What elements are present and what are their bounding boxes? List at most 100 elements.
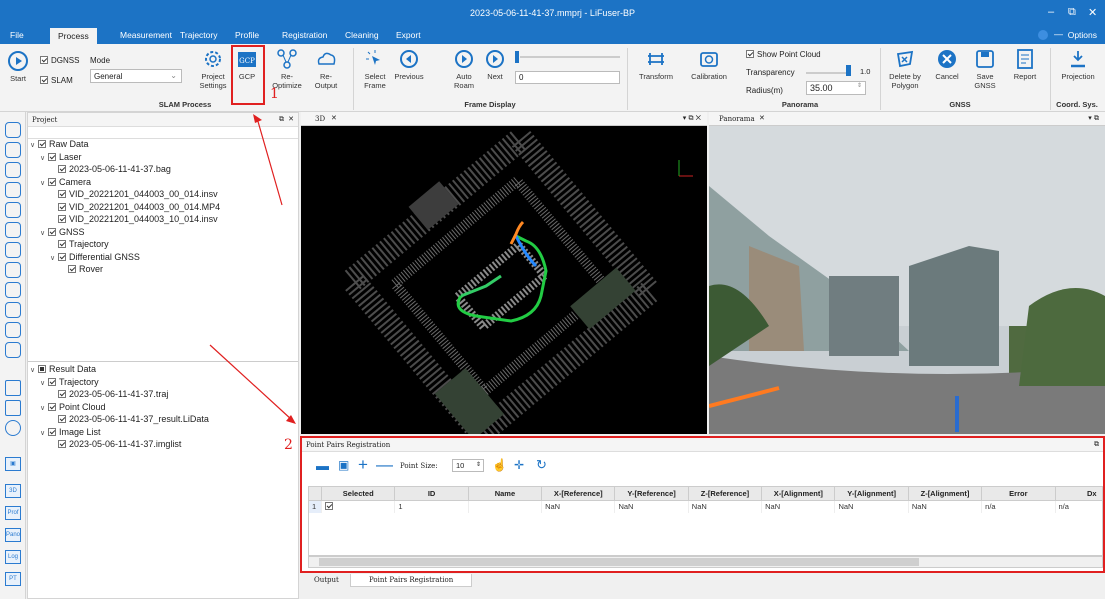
remove-icon[interactable]: — [376,455,393,475]
tree-item[interactable]: ∨ Camera [40,177,91,187]
projection-button[interactable]: Projection [1056,48,1100,81]
tree-checkbox[interactable] [48,402,56,411]
tree-item[interactable]: 2023-05-06-11-41-37.bag [50,164,171,174]
hand-icon[interactable]: ☝ [492,458,507,472]
options-menu[interactable]: Options [1068,30,1097,40]
tree-item[interactable]: VID_20221201_044003_10_014.insv [50,214,218,224]
tree-item[interactable]: Trajectory [50,239,109,249]
frame-input[interactable]: 0 [515,71,620,84]
tree-item[interactable]: ∨ Laser [40,152,82,162]
menu-registration[interactable]: Registration [282,30,327,40]
select-frame-button[interactable]: Select Frame [360,48,390,90]
project-search-input[interactable] [28,127,298,139]
minimize-icon[interactable]: – [1048,6,1054,18]
refresh-icon[interactable]: ↻ [536,457,547,473]
tree-item[interactable]: ∨ Image List [40,427,101,437]
tree-item[interactable]: ∨ Trajectory [40,377,99,387]
tree-checkbox[interactable] [38,365,46,373]
restore-icon[interactable]: ⧉ [1068,6,1076,19]
report-button[interactable]: Report [1010,48,1040,81]
transparency-handle[interactable] [846,65,851,76]
tool-icon-1[interactable] [5,122,21,138]
tree-item[interactable]: VID_20221201_044003_00_014.insv [50,189,218,199]
column-header[interactable]: Selected [321,487,396,501]
chevron-down-icon[interactable]: ∨ [40,179,48,187]
tree-item[interactable]: 2023-05-06-11-41-37.traj [50,389,168,399]
tree-item[interactable]: VID_20221201_044003_00_014.MP4 [50,202,220,212]
profile-view-icon[interactable]: Prof [5,506,21,520]
tree-checkbox[interactable] [58,390,66,398]
tool-icon-14[interactable] [5,400,21,416]
tree-item[interactable]: ∨ Differential GNSS [50,252,140,262]
tool-icon-8[interactable] [5,262,21,278]
tab-point-pairs-registration[interactable]: Point Pairs Registration [350,574,473,587]
tool-icon-2[interactable] [5,142,21,158]
frame-slider-handle[interactable] [515,51,519,63]
tree-item[interactable]: ∨ Result Data [30,364,96,374]
tool-icon-6[interactable] [5,222,21,238]
tab-panorama[interactable]: Panorama [719,115,755,123]
tree-checkbox[interactable] [48,177,56,186]
close-icon[interactable]: ✕ [288,115,294,123]
close-icon[interactable]: ✕ [759,114,765,122]
tree-checkbox[interactable] [58,415,66,423]
column-header[interactable]: Y-[Reference] [614,487,689,501]
3d-view-icon[interactable]: 3D [5,484,21,498]
tool-icon-11[interactable] [5,322,21,338]
user-icon[interactable] [1038,30,1048,40]
save-gnss-button[interactable]: Save GNSS [970,48,1000,90]
column-header[interactable] [309,487,323,501]
tool-icon-12[interactable] [5,342,21,358]
chevron-down-icon[interactable]: ∨ [30,366,38,374]
tree-item[interactable]: Rover [60,264,103,274]
tool-icon-13[interactable] [5,380,21,396]
column-header[interactable]: Z-[Reference] [688,487,763,501]
dgnss-checkbox[interactable]: DGNSS [40,56,79,65]
menu-profile[interactable]: Profile [235,30,259,40]
panorama-viewport[interactable] [709,126,1105,434]
log-view-icon[interactable]: Log [5,550,21,564]
column-header[interactable]: X-[Reference] [541,487,616,501]
chevron-down-icon[interactable]: ∨ [40,379,48,387]
tree-item[interactable]: ∨ Point Cloud [40,402,106,412]
tool-icon-5[interactable] [5,202,21,218]
tab-3d[interactable]: 3D [315,115,325,123]
close-icon[interactable]: ✕ [1088,6,1097,19]
tree-checkbox[interactable] [68,265,76,273]
auto-roam-button[interactable]: Auto Roam [452,48,476,90]
tool-icon-10[interactable] [5,302,21,318]
tree-item[interactable]: ∨ Raw Data [30,139,89,149]
column-header[interactable]: Y-[Alignment] [834,487,909,501]
image-view-icon[interactable]: ▣ [5,457,21,471]
tool-icon-7[interactable] [5,242,21,258]
crosshair-icon[interactable]: ✛ [514,458,524,472]
tree-checkbox[interactable] [48,427,56,436]
pt-view-icon[interactable]: PT [5,572,21,586]
previous-button[interactable]: Previous [394,48,424,81]
menu-process[interactable]: Process [50,28,97,44]
menu-cleaning[interactable]: Cleaning [345,30,379,40]
column-header[interactable]: Error [981,487,1056,501]
tool-icon-15[interactable] [5,420,21,436]
menu-measurement[interactable]: Measurement [120,30,172,40]
chevron-down-icon[interactable]: ∨ [50,254,58,262]
tree-checkbox[interactable] [58,252,66,261]
tree-checkbox[interactable] [58,240,66,248]
column-header[interactable]: Name [468,487,543,501]
transform-button[interactable]: Transform [636,48,676,81]
start-button[interactable]: Start [6,50,30,83]
radius-input[interactable]: 35.00 ⇕ [806,81,866,95]
tree-checkbox[interactable] [48,377,56,386]
frame-slider-track[interactable] [520,56,620,58]
point-size-input[interactable]: 10 ⇕ [452,459,484,472]
transparency-track[interactable] [806,72,850,74]
column-header[interactable]: Z-[Alignment] [908,487,983,501]
slam-checkbox[interactable]: SLAM [40,76,73,85]
add-icon[interactable]: + [358,455,368,475]
project-settings-button[interactable]: Project Settings [196,48,230,90]
tree-checkbox[interactable] [38,140,46,148]
tree-item[interactable]: 2023-05-06-11-41-37_result.LiData [50,414,209,424]
horizontal-scrollbar[interactable] [308,556,1103,568]
tree-checkbox[interactable] [58,165,66,173]
chevron-down-icon[interactable]: ∨ [40,429,48,437]
